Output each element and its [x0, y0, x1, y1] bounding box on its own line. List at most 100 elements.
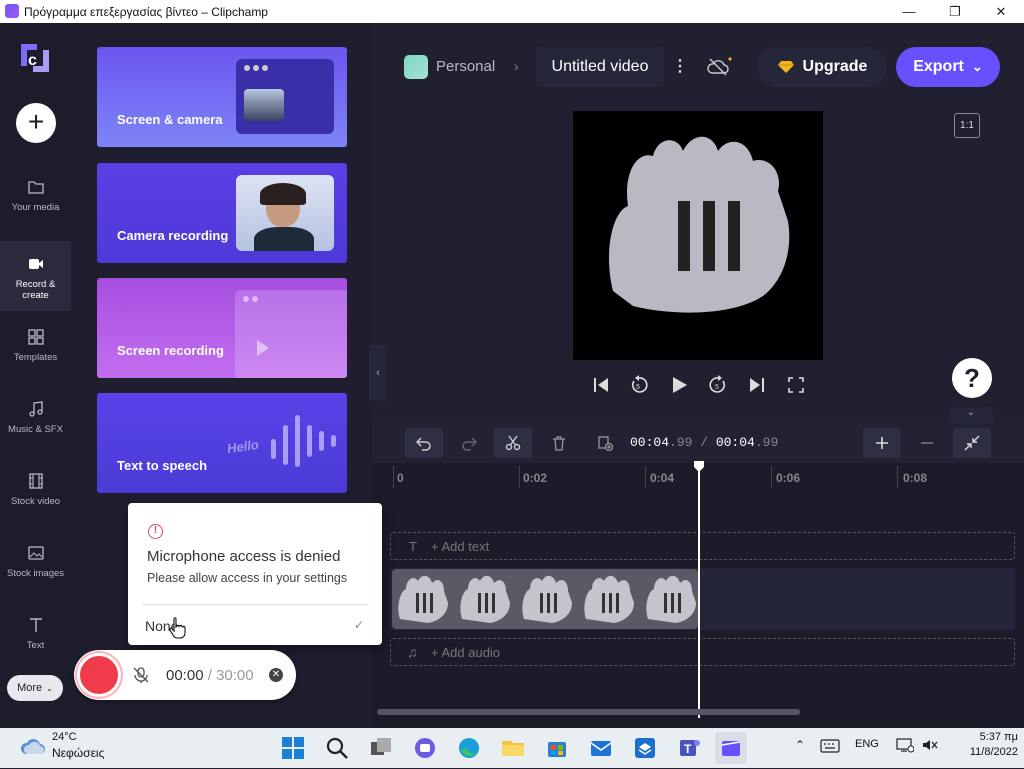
close-recorder-icon[interactable]: ✕: [269, 668, 283, 682]
film-icon: [28, 473, 43, 489]
mail-icon[interactable]: [585, 732, 617, 764]
video-preview[interactable]: [573, 111, 823, 360]
redo-button[interactable]: [450, 428, 488, 458]
zoom-out-button[interactable]: [908, 428, 946, 458]
duplicate-button[interactable]: [586, 428, 624, 458]
playhead[interactable]: [698, 463, 700, 718]
network-icon[interactable]: [896, 737, 914, 753]
card-screen-camera[interactable]: Screen & camera: [97, 47, 347, 147]
redo-icon: [462, 437, 477, 451]
total-time-frac: .99: [754, 435, 779, 450]
clipchamp-taskbar-button[interactable]: [715, 732, 747, 764]
skip-back-icon[interactable]: [591, 375, 611, 395]
add-text-track[interactable]: T + Add text: [390, 532, 1015, 560]
fit-timeline-button[interactable]: [953, 428, 991, 458]
svg-text:T: T: [684, 742, 692, 756]
export-button[interactable]: Export ⌄: [896, 47, 1000, 87]
volume-muted-icon[interactable]: [921, 737, 939, 753]
zoom-in-button[interactable]: [863, 428, 901, 458]
undo-button[interactable]: [405, 428, 443, 458]
minus-icon: [921, 442, 933, 444]
minimize-button[interactable]: —: [886, 0, 932, 23]
playhead-handle[interactable]: [693, 461, 705, 473]
nav-item-templates[interactable]: Templates: [0, 328, 71, 392]
file-explorer-icon[interactable]: [497, 732, 529, 764]
nav-item-your-media[interactable]: Your media: [0, 178, 71, 242]
timeline-scrollbar[interactable]: [377, 709, 800, 715]
aspect-ratio-button[interactable]: 1:1: [954, 113, 980, 138]
video-clip[interactable]: [392, 569, 698, 629]
store-icon[interactable]: [541, 732, 573, 764]
show-hidden-icons-icon[interactable]: ⌃: [795, 738, 805, 752]
nav-label: Stock images: [6, 568, 65, 579]
chevron-right-icon: ›: [514, 58, 519, 74]
workspace-avatar[interactable]: [404, 55, 428, 79]
upgrade-button[interactable]: Upgrade: [757, 47, 887, 87]
collapse-panel-button[interactable]: ‹: [369, 345, 387, 401]
ruler-tick: [771, 466, 772, 488]
nav-label: Stock video: [10, 496, 61, 507]
current-time: 00:04: [630, 435, 670, 450]
delete-button[interactable]: [540, 428, 578, 458]
hand-cursor-icon: [169, 617, 186, 639]
folder-icon: [27, 181, 44, 194]
workspace-name[interactable]: Personal: [436, 58, 495, 75]
total-time: 00:04: [715, 435, 755, 450]
skip-forward-icon[interactable]: [747, 375, 767, 395]
help-button[interactable]: ?: [952, 358, 992, 398]
clipchamp-taskbar-icon: [721, 741, 741, 756]
nav-label: Templates: [13, 352, 58, 363]
nav-item-stock-images[interactable]: Stock images: [0, 544, 71, 608]
card-label: Screen recording: [117, 343, 224, 358]
microphone-off-icon[interactable]: [132, 666, 150, 684]
cloud-sync-off-icon[interactable]: [706, 55, 732, 79]
windows-start-icon[interactable]: [277, 732, 309, 764]
fullscreen-icon[interactable]: [786, 375, 806, 395]
cloud-weather-icon[interactable]: [20, 736, 46, 756]
nav-label: Text: [26, 640, 45, 651]
current-time-frac: .99: [669, 435, 693, 450]
clipchamp-logo[interactable]: c: [17, 40, 53, 76]
chat-icon[interactable]: [409, 732, 441, 764]
teams-icon[interactable]: T: [673, 732, 705, 764]
chevron-down-icon: ⌄: [971, 59, 983, 74]
card-text-to-speech[interactable]: Hello Text to speech: [97, 393, 347, 493]
recording-timer: 00:00 / 30:00: [166, 667, 254, 684]
maximize-button[interactable]: ❐: [932, 0, 978, 23]
collapse-timeline-button[interactable]: ⌄: [949, 407, 993, 423]
input-language[interactable]: ENG: [855, 738, 879, 750]
split-button[interactable]: [494, 428, 532, 458]
more-button[interactable]: More ⌄: [7, 675, 63, 701]
clipchamp-app-icon: [5, 4, 19, 18]
nav-item-record-create[interactable]: Record & create: [0, 241, 71, 311]
forward-5-icon[interactable]: 5: [708, 375, 728, 395]
keyboard-icon[interactable]: [820, 739, 840, 753]
more-options-icon[interactable]: ⋮: [672, 56, 688, 76]
create-new-button[interactable]: +: [16, 103, 56, 143]
close-window-button[interactable]: ✕: [978, 0, 1024, 23]
rewind-5-icon[interactable]: 5: [629, 375, 649, 395]
layers-app-icon[interactable]: [629, 732, 661, 764]
microphone-popup: ! Microphone access is denied Please all…: [128, 503, 382, 645]
add-audio-track[interactable]: ♫ + Add audio: [390, 638, 1015, 666]
card-camera-recording[interactable]: Camera recording: [97, 163, 347, 263]
play-icon[interactable]: [669, 375, 689, 395]
ruler-label: 0:02: [523, 471, 548, 485]
card-label: Camera recording: [117, 228, 229, 243]
timer-separator: /: [203, 667, 217, 684]
project-title[interactable]: Untitled video: [536, 47, 664, 87]
camera-thumbnail: [236, 175, 334, 251]
nav-item-stock-video[interactable]: Stock video: [0, 472, 71, 536]
system-clock[interactable]: 5:37 πμ 11/8/2022: [956, 731, 1018, 758]
add-audio-label: + Add audio: [431, 645, 501, 660]
popup-title: Microphone access is denied: [147, 548, 341, 565]
search-icon[interactable]: [321, 732, 353, 764]
task-view-icon[interactable]: [365, 732, 397, 764]
chevron-down-icon: ⌄: [46, 683, 53, 693]
edge-browser-icon[interactable]: [453, 732, 485, 764]
nav-item-music-sfx[interactable]: Music & SFX: [0, 400, 71, 464]
text-track-icon: T: [409, 539, 417, 554]
card-screen-recording[interactable]: Screen recording: [97, 278, 347, 378]
record-button[interactable]: [77, 653, 121, 697]
nav-item-text[interactable]: Text: [0, 616, 71, 680]
